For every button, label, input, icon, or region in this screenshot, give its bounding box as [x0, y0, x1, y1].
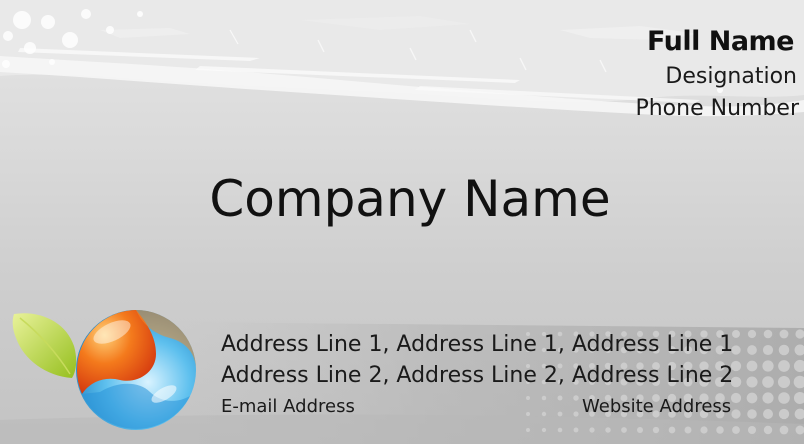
halftone-dot — [778, 392, 790, 404]
halftone-dot — [746, 376, 758, 388]
halftone-dot — [684, 426, 692, 434]
halftone-dot — [778, 344, 790, 356]
halftone-dot — [589, 427, 595, 433]
halftone-dot — [526, 428, 530, 432]
halftone-dot — [557, 411, 563, 417]
halftone-dot — [762, 360, 774, 372]
halftone-dot — [763, 425, 773, 435]
yin-yang-sphere-icon — [12, 310, 196, 430]
full-name: Full Name — [647, 26, 795, 57]
halftone-dot — [652, 426, 660, 434]
halftone-dot — [700, 426, 708, 434]
halftone-dot — [762, 392, 774, 404]
address-line-1: Address Line 1, Address Line 1, Address … — [221, 332, 734, 357]
halftone-dot — [763, 409, 773, 419]
halftone-dot — [763, 329, 773, 339]
halftone-dot — [778, 360, 790, 372]
halftone-dot — [762, 376, 774, 388]
website-address: Website Address — [582, 396, 732, 417]
designation: Designation — [665, 64, 797, 89]
halftone-dot — [779, 329, 789, 339]
halftone-dot — [747, 329, 757, 339]
halftone-dot — [573, 427, 579, 433]
halftone-dot — [778, 408, 790, 420]
company-name: Company Name — [209, 170, 611, 228]
halftone-dot — [747, 425, 757, 435]
halftone-dot — [557, 395, 563, 401]
halftone-dot — [762, 344, 774, 356]
halftone-dot — [731, 409, 741, 419]
halftone-dot — [573, 395, 579, 401]
halftone-dot — [526, 412, 530, 416]
halftone-dot — [746, 360, 758, 372]
halftone-dot — [526, 396, 530, 400]
halftone-dot — [747, 409, 757, 419]
halftone-dot — [777, 375, 791, 389]
halftone-dot — [747, 345, 757, 355]
halftone-dot — [746, 392, 758, 404]
halftone-dot — [541, 395, 547, 401]
halftone-dot — [541, 411, 547, 417]
halftone-dot — [730, 392, 742, 404]
halftone-dot — [541, 427, 547, 433]
halftone-dot — [557, 427, 563, 433]
phone-number: Phone Number — [635, 96, 799, 121]
halftone-dot — [621, 427, 627, 433]
halftone-dot — [636, 426, 644, 434]
email-address: E-mail Address — [221, 396, 355, 417]
halftone-dot — [605, 427, 611, 433]
halftone-dot — [716, 426, 724, 434]
halftone-dot — [779, 425, 789, 435]
address-line-2: Address Line 2, Address Line 2, Address … — [221, 363, 734, 388]
halftone-dot — [573, 411, 579, 417]
halftone-dot — [732, 426, 740, 434]
halftone-dot — [668, 426, 676, 434]
business-card: Full Name Designation Phone Number Compa… — [0, 0, 804, 444]
